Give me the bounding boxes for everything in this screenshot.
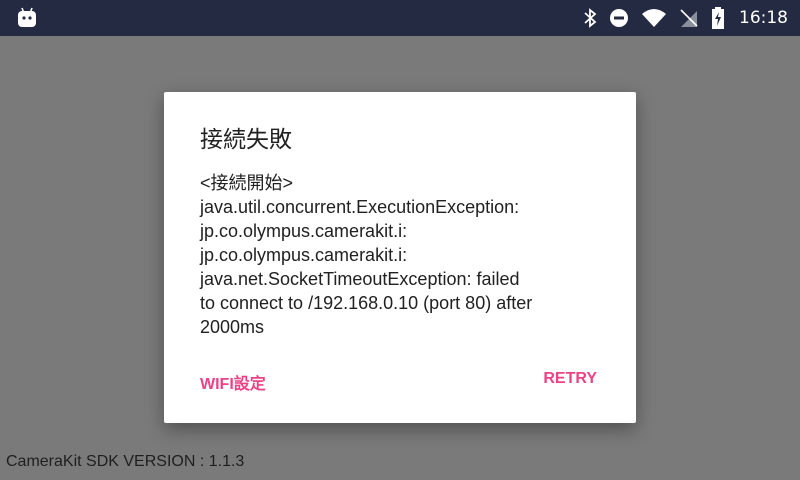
bluetooth-icon bbox=[583, 8, 597, 28]
connection-failed-dialog: 接続失敗 <接続開始> java.util.concurrent.Executi… bbox=[164, 92, 636, 423]
status-icons: 16:18 bbox=[583, 0, 788, 36]
message-line: jp.co.olympus.camerakit.i: bbox=[200, 245, 408, 265]
sdk-version-label: CameraKit SDK VERSION : 1.1.3 bbox=[6, 453, 245, 470]
message-line: to connect to /192.168.0.10 (port 80) af… bbox=[200, 293, 533, 313]
wifi-icon bbox=[641, 8, 667, 28]
android-notification-icon bbox=[16, 7, 38, 29]
retry-button[interactable]: RETRY bbox=[543, 370, 597, 388]
status-clock: 16:18 bbox=[739, 8, 788, 28]
message-line: java.net.SocketTimeoutException: failed bbox=[200, 269, 520, 289]
dialog-title: 接続失敗 bbox=[200, 127, 292, 153]
message-line: 2000ms bbox=[200, 317, 265, 337]
message-line: <接続開始> bbox=[200, 173, 294, 193]
wifi-settings-button[interactable]: WIFI設定 bbox=[200, 370, 266, 394]
battery-charging-icon bbox=[711, 7, 725, 29]
do-not-disturb-icon bbox=[609, 8, 629, 28]
message-line: jp.co.olympus.camerakit.i: bbox=[200, 221, 408, 241]
message-line: java.util.concurrent.ExecutionException: bbox=[200, 197, 520, 217]
status-bar: 16:18 bbox=[0, 0, 800, 36]
no-sim-icon bbox=[679, 8, 699, 28]
dialog-message: <接続開始> java.util.concurrent.ExecutionExc… bbox=[200, 171, 610, 339]
